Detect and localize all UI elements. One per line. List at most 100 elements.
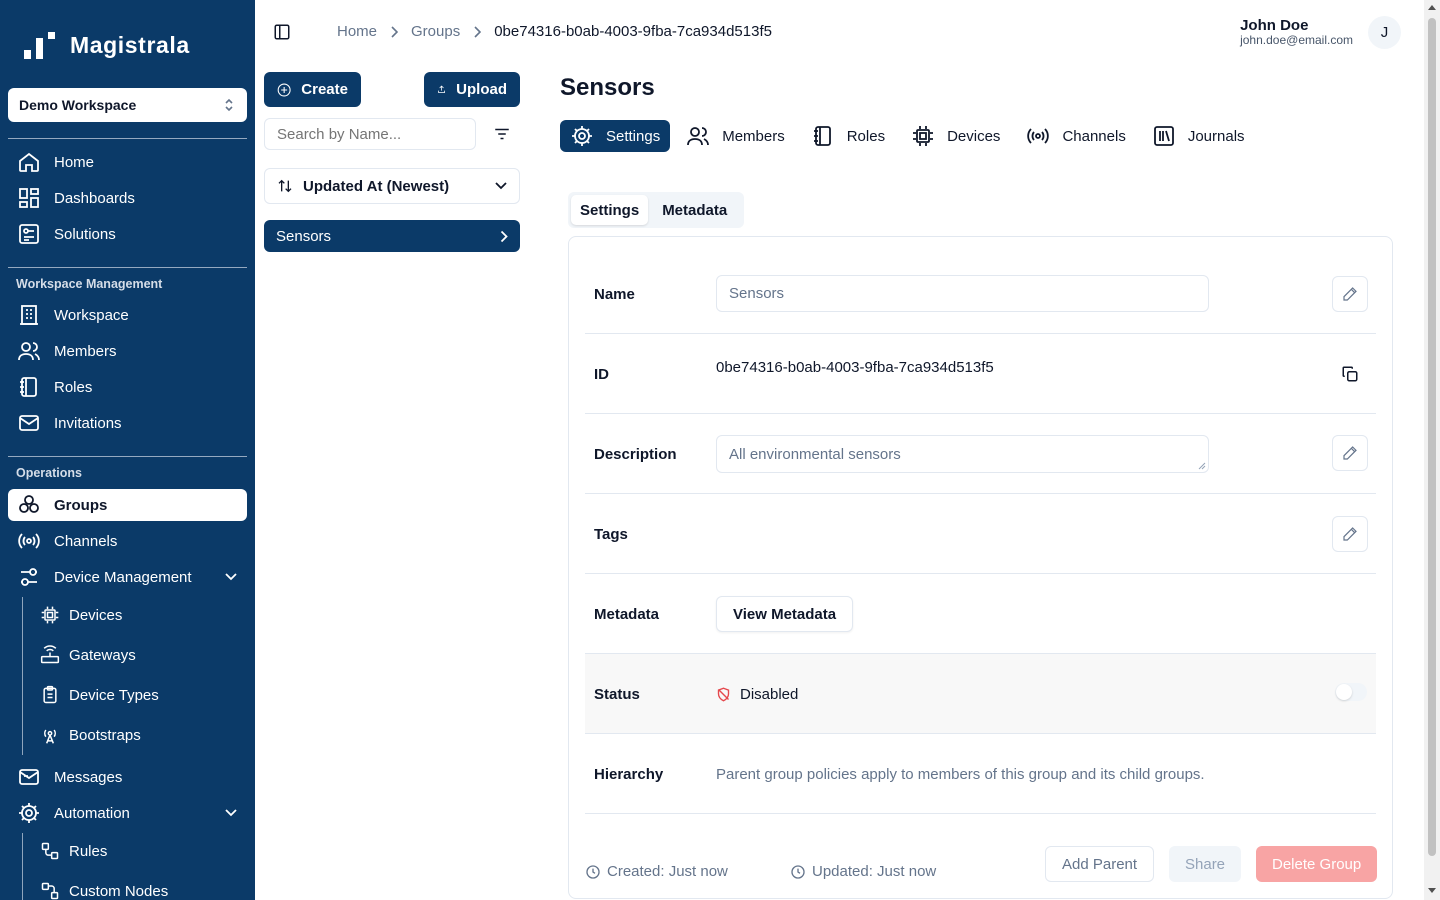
sidebar-item-device-management[interactable]: Device Management: [8, 561, 247, 593]
sidebar-item-channels[interactable]: Channels: [8, 525, 247, 557]
breadcrumb-home[interactable]: Home: [337, 23, 377, 40]
status-toggle-knob: [1336, 684, 1352, 700]
tab-roles[interactable]: Roles: [801, 120, 895, 152]
edit-tags-button[interactable]: [1332, 516, 1368, 552]
edit-description-button[interactable]: [1332, 435, 1368, 471]
group-list-item[interactable]: Sensors: [264, 220, 520, 252]
id-label: ID: [594, 365, 609, 383]
sidebar-subitem-device-types[interactable]: Device Types: [40, 679, 247, 711]
user-email: john.doe@email.com: [1240, 33, 1353, 47]
hierarchy-row: Hierarchy Parent group policies apply to…: [585, 734, 1376, 814]
description-field[interactable]: All environmental sensors: [716, 435, 1209, 473]
sidebar-item-roles[interactable]: Roles: [8, 371, 247, 403]
sidebar-subitem-label: Gateways: [69, 646, 136, 664]
brand-name: Magistrala: [70, 31, 190, 58]
sidebar-subitem-bootstraps[interactable]: Bootstraps: [40, 719, 247, 751]
antenna-icon: [44, 729, 56, 744]
delete-group-button[interactable]: Delete Group: [1256, 846, 1378, 882]
users-icon: [687, 127, 710, 146]
sidebar-item-label: Channels: [54, 532, 118, 550]
tab-journals[interactable]: Journals: [1142, 120, 1255, 152]
sidebar-item-label: Dashboards: [54, 189, 135, 207]
tab-settings[interactable]: Settings: [560, 120, 671, 152]
notebook-icon: [20, 377, 37, 397]
status-label: Status: [594, 685, 640, 703]
sidebar-item-solutions[interactable]: Solutions: [8, 218, 247, 250]
sidebar-item-label: Invitations: [54, 414, 122, 432]
copy-id-button[interactable]: [1332, 356, 1368, 392]
id-value: 0be74316-b0ab-4003-9fba-7ca934d513f5: [716, 359, 994, 376]
filter-button[interactable]: [493, 125, 511, 143]
name-label: Name: [594, 285, 635, 303]
mail-icon: [19, 415, 39, 431]
status-toggle[interactable]: [1335, 683, 1367, 701]
sidebar-item-home[interactable]: Home: [8, 146, 247, 178]
name-field[interactable]: Sensors: [716, 275, 1209, 312]
sidebar-subitem-label: Device Types: [69, 686, 159, 704]
sidebar-item-label: Workspace: [54, 306, 129, 324]
name-row: Name Sensors: [585, 254, 1376, 334]
add-parent-button[interactable]: Add Parent: [1045, 846, 1155, 882]
breadcrumb-current: 0be74316-b0ab-4003-9fba-7ca934d513f5: [494, 23, 772, 40]
tab-label: Channels: [1062, 127, 1126, 145]
sidebar-subitem-rules[interactable]: Rules: [40, 835, 247, 867]
dashboard-icon: [19, 188, 39, 208]
chevron-right-icon: [474, 25, 482, 38]
sidebar-item-messages[interactable]: Messages: [8, 761, 247, 793]
id-row: ID 0be74316-b0ab-4003-9fba-7ca934d513f5: [585, 334, 1376, 414]
workspace-select-value: Demo Workspace: [19, 97, 137, 113]
user-name: John Doe: [1240, 17, 1309, 34]
resize-handle-icon[interactable]: [1198, 462, 1206, 470]
sort-select[interactable]: Updated At (Newest): [264, 168, 520, 204]
sidebar-item-groups[interactable]: Groups: [8, 489, 247, 521]
share-button[interactable]: Share: [1169, 846, 1242, 882]
sidebar-subitem-devices[interactable]: Devices: [40, 599, 247, 631]
created-meta: Created: Just now: [585, 863, 728, 880]
tab-channels[interactable]: Channels: [1016, 120, 1135, 152]
solutions-icon: [19, 224, 39, 244]
subtab-settings[interactable]: Settings: [571, 195, 649, 225]
create-button[interactable]: Create: [264, 72, 361, 107]
detail-tabs: Settings Members Roles Devices Channels …: [560, 120, 1261, 152]
sidebar-item-members[interactable]: Members: [8, 335, 247, 367]
sidebar-item-label: Members: [54, 342, 117, 360]
router-icon: [40, 645, 60, 664]
breadcrumb-groups[interactable]: Groups: [411, 23, 460, 40]
sidebar-item-label: Automation: [54, 804, 130, 822]
shield-off-icon: [717, 687, 730, 702]
sidebar-subitem-gateways[interactable]: Gateways: [40, 639, 247, 671]
description-value: All environmental sensors: [729, 445, 901, 463]
sliders-icon: [21, 568, 37, 586]
scrollbar-thumb[interactable]: [1428, 18, 1436, 856]
description-label: Description: [594, 445, 677, 463]
updated-meta: Updated: Just now: [790, 863, 936, 880]
sidebar-item-automation[interactable]: Automation: [8, 797, 247, 829]
avatar[interactable]: J: [1368, 16, 1401, 49]
updated-text: Updated: Just now: [812, 863, 937, 880]
metadata-row: Metadata View Metadata: [585, 574, 1376, 654]
search-input[interactable]: [264, 118, 476, 150]
sidebar-item-dashboards[interactable]: Dashboards: [8, 182, 247, 214]
edit-name-button[interactable]: [1332, 276, 1368, 312]
sidebar-item-workspace[interactable]: Workspace: [8, 299, 247, 331]
tab-members[interactable]: Members: [676, 120, 795, 152]
upload-button[interactable]: Upload: [424, 72, 520, 107]
workspace-select[interactable]: Demo Workspace: [8, 88, 247, 122]
upload-icon: [438, 85, 446, 93]
subtab-metadata[interactable]: Metadata: [653, 195, 736, 225]
pencil-icon: [1343, 287, 1357, 301]
radio-icon: [1027, 128, 1050, 144]
view-metadata-button[interactable]: View Metadata: [716, 596, 854, 632]
page-scrollbar[interactable]: [1424, 0, 1440, 900]
clock-icon: [791, 864, 805, 879]
sidebar-item-invitations[interactable]: Invitations: [8, 407, 247, 439]
brand-logo[interactable]: Magistrala: [22, 30, 190, 60]
sidebar-toggle-button[interactable]: [273, 23, 291, 41]
sidebar-subitem-custom-nodes[interactable]: Custom Nodes: [40, 875, 247, 900]
user-menu[interactable]: John Doe john.doe@email.com: [1240, 17, 1353, 46]
chevron-right-icon: [500, 230, 508, 242]
sort-select-value: Updated At (Newest): [303, 177, 450, 195]
building-icon: [20, 305, 38, 325]
library-icon: [1153, 126, 1174, 146]
tab-devices[interactable]: Devices: [901, 120, 1010, 152]
